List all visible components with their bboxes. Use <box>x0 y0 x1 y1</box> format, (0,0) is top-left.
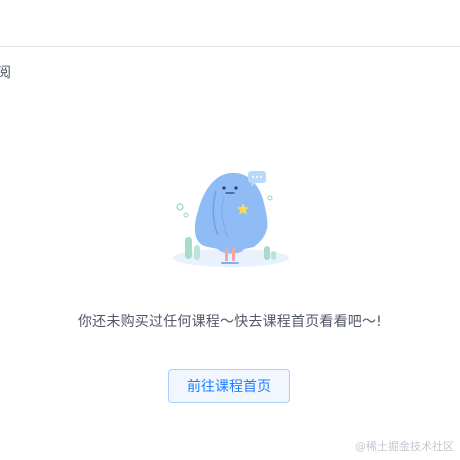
empty-state-message: 你还未购买过任何课程～快去课程首页看看吧～! <box>77 314 382 330</box>
go-to-course-home-button[interactable]: 前往课程首页 <box>168 369 290 403</box>
top-header-bar <box>0 0 460 47</box>
ghost-mascot-icon <box>173 171 289 267</box>
watermark: @稀土掘金技术社区 <box>355 440 454 453</box>
tab-read-label[interactable]: 阅 <box>0 63 11 83</box>
empty-state-illustration <box>168 165 294 271</box>
